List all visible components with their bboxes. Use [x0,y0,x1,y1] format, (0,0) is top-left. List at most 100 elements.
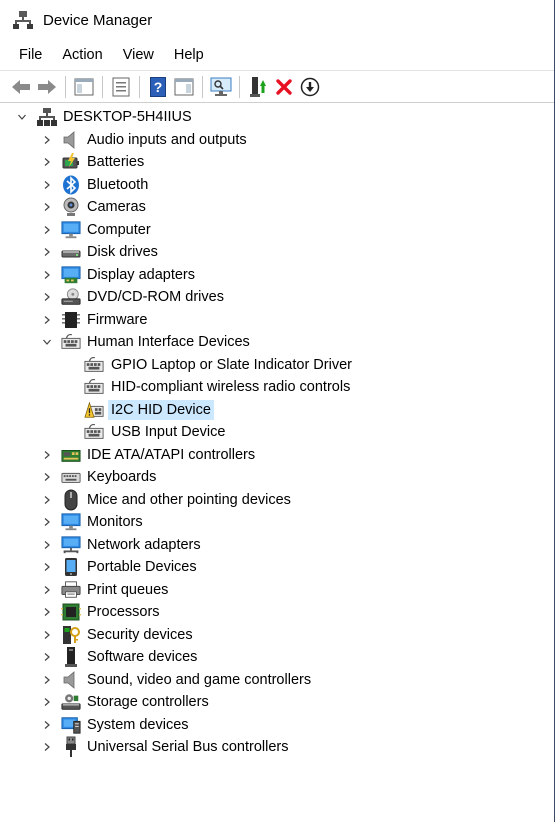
disk-drive-icon [61,242,81,262]
action-pane-icon[interactable] [172,75,196,99]
chevron-down-icon[interactable] [41,336,53,348]
device-tree[interactable]: DESKTOP-5H4IIUS Audio inputs and outputs B… [0,106,554,759]
tree-category-print-queues[interactable]: Print queues [0,579,554,602]
tree-category-bluetooth[interactable]: Bluetooth [0,174,554,197]
scan-hardware-changes-icon[interactable] [209,75,233,99]
chevron-right-icon[interactable] [41,269,53,281]
tree-item-label: Keyboards [87,469,157,486]
tree-device-hid-compliant-wireless-radio-controls[interactable]: HID-compliant wireless radio controls [0,376,554,399]
chevron-right-icon[interactable] [41,696,53,708]
tree-root-desktop-5h4iius[interactable]: DESKTOP-5H4IIUS [0,106,554,129]
tree-category-firmware[interactable]: Firmware [0,309,554,332]
chevron-right-icon[interactable] [41,494,53,506]
chevron-right-icon[interactable] [41,741,53,753]
chevron-right-icon[interactable] [41,719,53,731]
tree-category-display-adapters[interactable]: Display adapters [0,264,554,287]
device-manager-icon [12,9,34,31]
tree-category-dvd-cd-rom-drives[interactable]: DVD/CD-ROM drives [0,286,554,309]
tree-category-processors[interactable]: Processors [0,601,554,624]
tree-item-label: Cameras [87,199,146,216]
tree-category-mice-and-other-pointing-devices[interactable]: Mice and other pointing devices [0,489,554,512]
hid-icon [84,377,104,397]
tree-item-label: Storage controllers [87,694,209,711]
security-device-icon [61,625,81,645]
tree-category-software-devices[interactable]: Software devices [0,646,554,669]
menu-view[interactable]: View [113,41,164,69]
keyboard-icon [61,467,81,487]
chevron-right-icon[interactable] [41,584,53,596]
chevron-right-icon[interactable] [41,651,53,663]
tree-category-monitors[interactable]: Monitors [0,511,554,534]
update-driver-icon[interactable] [246,75,270,99]
menu-help[interactable]: Help [164,41,214,69]
chevron-right-icon[interactable] [41,201,53,213]
toolbar-separator [202,75,203,98]
chevron-right-icon[interactable] [41,674,53,686]
uninstall-device-icon[interactable] [272,75,296,99]
tree-category-network-adapters[interactable]: Network adapters [0,534,554,557]
tree-category-batteries[interactable]: Batteries [0,151,554,174]
tree-device-gpio-laptop-or-slate-indicator-driver[interactable]: GPIO Laptop or Slate Indicator Driver [0,354,554,377]
show-hide-console-tree-icon[interactable] [72,75,96,99]
chevron-right-icon[interactable] [41,134,53,146]
tree-category-computer[interactable]: Computer [0,219,554,242]
tree-device-i2c-hid-device[interactable]: I2C HID Device [0,399,554,422]
menu-action[interactable]: Action [52,41,112,69]
tree-item-label: System devices [87,716,189,733]
back-arrow-icon[interactable] [9,75,33,99]
chevron-right-icon[interactable] [41,539,53,551]
tree-item-label: Print queues [87,581,169,598]
system-device-icon [61,715,81,735]
tree-category-security-devices[interactable]: Security devices [0,624,554,647]
usb-icon [61,736,81,758]
tree-item-label: DVD/CD-ROM drives [87,289,224,306]
chevron-down-icon[interactable] [16,111,28,123]
tree-category-storage-controllers[interactable]: Storage controllers [0,691,554,714]
properties-icon[interactable] [109,75,133,99]
chevron-right-icon[interactable] [41,516,53,528]
chevron-right-icon[interactable] [41,156,53,168]
chevron-right-icon[interactable] [41,291,53,303]
chevron-right-icon[interactable] [41,606,53,618]
disable-device-icon[interactable] [298,75,322,99]
toolbar-separator [102,75,103,98]
tree-item-label: Sound, video and game controllers [87,671,312,688]
tree-category-cameras[interactable]: Cameras [0,196,554,219]
chevron-right-icon[interactable] [41,629,53,641]
chevron-right-icon[interactable] [41,246,53,258]
tree-category-system-devices[interactable]: System devices [0,714,554,737]
hid-icon [84,355,104,375]
tree-device-usb-input-device[interactable]: USB Input Device [0,421,554,444]
chevron-right-icon[interactable] [41,314,53,326]
tree-item-label: Disk drives [87,244,158,261]
tree-category-human-interface-devices[interactable]: Human Interface Devices [0,331,554,354]
tree-item-label: IDE ATA/ATAPI controllers [87,446,256,463]
chevron-right-icon[interactable] [41,449,53,461]
hid-warning-icon [84,400,104,420]
tree-category-sound-video-and-game-controllers[interactable]: Sound, video and game controllers [0,669,554,692]
tree-category-portable-devices[interactable]: Portable Devices [0,556,554,579]
chevron-right-icon[interactable] [41,471,53,483]
tree-item-label: Audio inputs and outputs [87,131,247,148]
processor-icon [61,602,81,622]
tree-category-disk-drives[interactable]: Disk drives [0,241,554,264]
speaker-icon [61,130,81,150]
tree-category-keyboards[interactable]: Keyboards [0,466,554,489]
chevron-right-icon[interactable] [41,561,53,573]
menu-bar: File Action View Help [0,40,554,70]
tree-item-label: Software devices [87,649,198,666]
toolbar-separator [139,75,140,98]
chevron-right-icon[interactable] [41,179,53,191]
menu-file[interactable]: File [9,41,52,69]
storage-controller-icon [61,692,81,712]
bluetooth-icon [61,175,81,195]
help-icon[interactable]: ? [146,75,170,99]
forward-arrow-icon[interactable] [35,75,59,99]
tree-category-audio-inputs-and-outputs[interactable]: Audio inputs and outputs [0,129,554,152]
tree-category-ide-ata-atapi-controllers[interactable]: IDE ATA/ATAPI controllers [0,444,554,467]
chevron-right-icon[interactable] [41,224,53,236]
tree-item-label: DESKTOP-5H4IIUS [63,109,192,126]
display-adapter-icon [61,265,81,285]
software-device-icon [61,647,81,668]
tree-category-universal-serial-bus-controllers[interactable]: Universal Serial Bus controllers [0,736,554,759]
